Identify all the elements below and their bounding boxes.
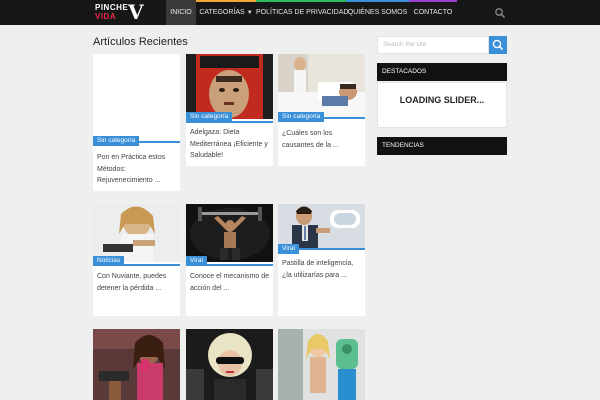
widget-title-label: DESTACADOS <box>382 68 427 75</box>
logo-line-1: PINCHE <box>95 3 129 12</box>
widget-title-label: TENDENCIAS <box>382 142 424 149</box>
section-heading: Artículos Recientes <box>93 36 188 48</box>
nav-inicio-label: INICIO <box>170 9 192 16</box>
nav-stripe <box>346 0 409 2</box>
post-card[interactable]: Sin categoría Pon en Práctica estos Méto… <box>93 54 180 191</box>
featured-slider[interactable]: LOADING SLIDER... <box>377 82 507 128</box>
nav-politicas-label: POLÍTICAS DE PRIVACIDAD <box>256 9 349 16</box>
category-badge[interactable]: Noticias <box>93 256 125 266</box>
nav-contacto-label: CONTACTO <box>413 9 453 16</box>
post-thumbnail[interactable] <box>278 204 365 249</box>
post-excerpt[interactable]: ¿Cuáles son los causantes de la ... <box>282 128 362 151</box>
logo-mark: V <box>128 0 144 24</box>
post-thumbnail[interactable] <box>93 54 180 141</box>
category-badge[interactable]: Viral <box>278 244 299 254</box>
post-card[interactable] <box>93 329 180 400</box>
nav-quienes-label: QUIÉNES SOMOS <box>347 9 408 16</box>
sidebar-search-button[interactable] <box>489 36 507 54</box>
widget-title-destacados: DESTACADOS <box>377 63 507 81</box>
post-thumbnail[interactable] <box>93 329 180 400</box>
top-navbar: PINCHE VIDA V INICIO CATEGORÍAS ▼ POLÍTIC… <box>0 0 600 25</box>
category-badge[interactable]: Viral <box>186 256 207 266</box>
post-card[interactable]: Viral Conoce el mecanismo de acción del … <box>186 204 273 316</box>
post-thumbnail[interactable] <box>93 204 180 262</box>
post-card[interactable] <box>278 329 365 400</box>
site-logo[interactable]: PINCHE VIDA V <box>95 0 147 24</box>
slider-loading-text: LOADING SLIDER... <box>399 95 485 105</box>
nav-stripe <box>409 0 457 2</box>
sidebar-search-input[interactable]: Search the site <box>377 36 489 54</box>
logo-line-2: VIDA <box>95 12 117 21</box>
post-excerpt[interactable]: Pastilla de inteligencia, ¿la utilizaría… <box>282 258 362 281</box>
post-thumbnail[interactable] <box>186 204 273 262</box>
post-excerpt[interactable]: Conoce el mecanismo de acción del ... <box>190 271 270 294</box>
nav-stripe <box>256 0 346 2</box>
post-card[interactable]: Sin categoría Adelgaza: Dieta Mediterrán… <box>186 54 273 166</box>
category-badge[interactable]: Sin categoría <box>93 136 140 146</box>
post-excerpt[interactable]: Adelgaza: Dieta Mediterránea ¡Eficiente … <box>190 127 270 162</box>
post-card[interactable]: Sin categoría ¿Cuáles son los causantes … <box>278 54 365 166</box>
search-icon <box>492 39 504 51</box>
post-thumbnail[interactable] <box>186 329 273 400</box>
post-card[interactable]: Noticias Con Nuviante, puedes detener la… <box>93 204 180 316</box>
nav-contacto[interactable]: CONTACTO <box>409 0 457 25</box>
post-card[interactable]: Viral Pastilla de inteligencia, ¿la util… <box>278 204 365 316</box>
nav-politicas[interactable]: POLÍTICAS DE PRIVACIDAD <box>256 0 349 25</box>
post-excerpt[interactable]: Pon en Práctica estos Métodos: Rejuvenec… <box>97 152 177 187</box>
nav-stripe <box>196 0 256 2</box>
post-card[interactable] <box>186 329 273 400</box>
search-icon[interactable] <box>494 6 506 19</box>
widget-title-tendencias: TENDENCIAS <box>377 137 507 155</box>
chevron-down-icon: ▼ <box>246 10 253 16</box>
category-badge[interactable]: Sin categoría <box>278 112 325 122</box>
nav-inicio[interactable]: INICIO <box>166 0 196 25</box>
post-thumbnail[interactable] <box>278 329 365 400</box>
post-excerpt[interactable]: Con Nuviante, puedes detener la pérdida … <box>97 271 177 294</box>
nav-categorias[interactable]: CATEGORÍAS ▼ <box>196 0 256 25</box>
post-thumbnail[interactable] <box>186 54 273 119</box>
post-thumbnail[interactable] <box>278 54 365 119</box>
nav-categorias-label: CATEGORÍAS <box>199 9 245 16</box>
nav-quienes[interactable]: QUIÉNES SOMOS <box>346 0 409 25</box>
category-badge[interactable]: Sin categoría <box>186 112 233 122</box>
